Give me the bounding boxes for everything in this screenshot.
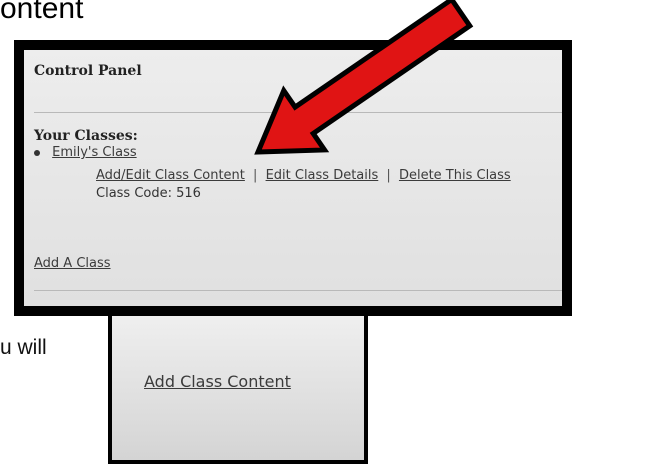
your-classes-heading: Your Classes:	[34, 128, 138, 144]
divider	[34, 290, 562, 291]
page-heading-fragment: ontent	[0, 0, 84, 25]
class-code: Class Code: 516	[96, 186, 201, 201]
panel-title: Control Panel	[34, 63, 142, 79]
divider	[34, 112, 562, 113]
add-class-link[interactable]: Add A Class	[34, 256, 111, 271]
class-name-link[interactable]: Emily's Class	[52, 145, 136, 160]
control-panel-screenshot: Control Panel Your Classes: Emily's Clas…	[14, 40, 572, 316]
add-edit-class-content-link[interactable]: Add/Edit Class Content	[96, 168, 245, 183]
delete-class-link[interactable]: Delete This Class	[399, 168, 511, 183]
class-list-item: Emily's Class	[34, 145, 137, 160]
class-actions: Add/Edit Class Content | Edit Class Deta…	[96, 168, 511, 183]
add-class-content-link[interactable]: Add Class Content	[144, 372, 291, 391]
edit-class-details-link[interactable]: Edit Class Details	[266, 168, 379, 183]
add-content-screenshot: Add Class Content	[108, 296, 368, 464]
separator: |	[386, 168, 391, 183]
instruction-text-fragment: u will	[0, 336, 47, 359]
bullet-icon	[34, 149, 40, 156]
separator: |	[253, 168, 258, 183]
